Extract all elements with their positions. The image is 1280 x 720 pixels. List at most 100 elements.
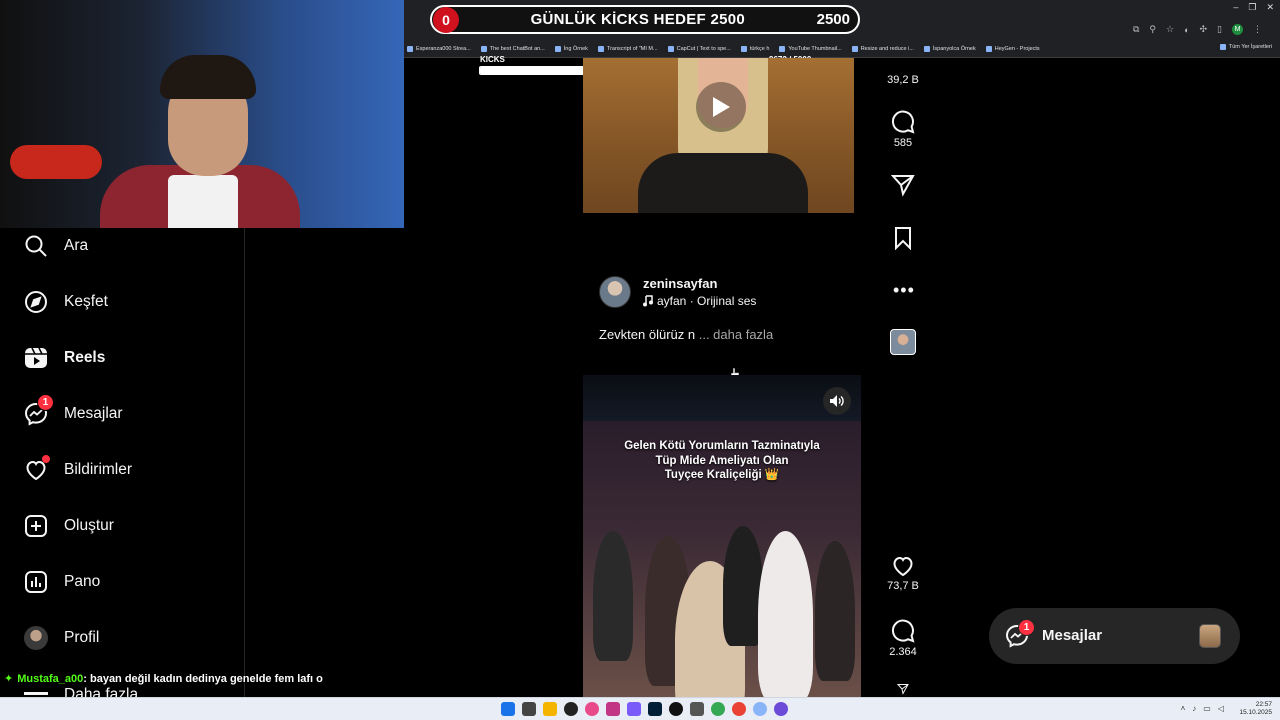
taskbar-apps: [501, 702, 788, 716]
sidebar-item-notifications[interactable]: Bildirimler: [24, 455, 132, 485]
save-action-top[interactable]: [882, 226, 924, 250]
share-action-top[interactable]: [882, 173, 924, 197]
like-action-top[interactable]: 39,2 B: [882, 58, 924, 86]
streamer-shirt: [168, 175, 238, 228]
network-icon[interactable]: ▭: [1203, 704, 1211, 713]
bookmark-item[interactable]: Transcript of "MI M...: [597, 45, 658, 52]
sidebar-item-messages[interactable]: 1 Mesajlar: [24, 394, 123, 429]
author-name[interactable]: zeninsayfan: [643, 276, 717, 291]
sidepanel-icon[interactable]: ▯: [1217, 24, 1222, 35]
sidebar-item-dashboard[interactable]: Pano: [24, 567, 100, 597]
volume-icon[interactable]: ◁: [1218, 704, 1224, 713]
chrome-profile-icon[interactable]: [732, 702, 746, 716]
zoom-icon[interactable]: ⚲: [1149, 24, 1156, 35]
tiktok-icon[interactable]: [669, 702, 683, 716]
share-action-main[interactable]: [882, 683, 924, 695]
more-options-button[interactable]: •••: [893, 280, 914, 300]
obs-icon[interactable]: [564, 702, 578, 716]
file-explorer-icon[interactable]: [543, 702, 557, 716]
create-icon: [25, 515, 47, 537]
reel-video-top[interactable]: [583, 58, 854, 213]
windows-taskbar: ˄ ♪ ▭ ◁ 22:57 15.10.2025: [0, 697, 1280, 720]
play-button[interactable]: [696, 82, 746, 132]
bookmark-item[interactable]: İspanyolca Örnek: [923, 45, 976, 52]
bookmark-item[interactable]: Resize and reduce i...: [851, 45, 914, 52]
bookmark-item[interactable]: türkçe h: [740, 45, 769, 52]
sidebar-item-profile[interactable]: Profil: [24, 623, 99, 653]
chat-username: Mustafa_a00: [17, 673, 84, 685]
messages-pill[interactable]: 1 Mesajlar: [989, 608, 1240, 664]
kick-icon: [407, 45, 413, 52]
restore-icon[interactable]: ❐: [1248, 2, 1256, 13]
streamer-hair: [160, 55, 256, 99]
extension-icon[interactable]: ◐: [1184, 25, 1189, 35]
menu-lines-icon: [24, 692, 48, 695]
bookmark-item[interactable]: CapCut | Text to spe...: [667, 45, 731, 52]
comment-action-top[interactable]: 585: [882, 110, 924, 149]
app-icon[interactable]: [774, 702, 788, 716]
bookmark-item[interactable]: İng Örnek: [554, 45, 588, 52]
caption-more-link[interactable]: ... daha fazla: [699, 327, 773, 342]
star-icon[interactable]: ☆: [1166, 24, 1174, 35]
audio-thumbnail[interactable]: [890, 329, 916, 355]
chrome-icon[interactable]: [711, 702, 725, 716]
dashboard-icon: [25, 571, 47, 593]
bookmark-item[interactable]: HeyGen - Projects: [985, 45, 1040, 52]
sidebar-item-search[interactable]: Ara: [24, 231, 88, 261]
bookmark-item[interactable]: The best ChatBot an...: [480, 45, 545, 52]
bookmark-label: İng Örnek: [563, 45, 588, 52]
heart-icon: [24, 455, 50, 482]
taskbar-clock[interactable]: 22:57 15.10.2025: [1239, 701, 1272, 717]
mute-button[interactable]: [823, 387, 851, 415]
instagram-icon[interactable]: [606, 702, 620, 716]
audio-link[interactable]: ayfan · Orijinal ses: [643, 294, 756, 308]
capcut-icon[interactable]: [690, 702, 704, 716]
sidebar-item-reels[interactable]: Reels: [24, 343, 105, 373]
browser-toolbar-icons: ⧉ ⚲ ☆ ◐ ✣ ▯ M ⋮: [1133, 24, 1262, 35]
profile-avatar[interactable]: M: [1232, 24, 1243, 35]
reel-video-main[interactable]: Gelen Kötü Yorumların Tazminatıyla Tüp M…: [583, 375, 861, 698]
minimize-icon[interactable]: –: [1233, 2, 1238, 13]
app-icon[interactable]: [627, 702, 641, 716]
screen: – ❐ ✕ ⧉ ⚲ ☆ ◐ ✣ ▯ M ⋮ Esperanza000 Strea…: [0, 0, 1280, 720]
bookmark-item[interactable]: YouTube Thumbnail...: [779, 45, 842, 52]
share-icon: [896, 684, 909, 695]
opera-icon[interactable]: [585, 702, 599, 716]
windows-start-icon[interactable]: [501, 702, 515, 716]
messages-pill-label: Mesajlar: [1042, 627, 1103, 644]
puzzle-icon[interactable]: ✣: [1200, 24, 1208, 35]
bookmark-icon: [895, 227, 911, 250]
chevron-up-icon[interactable]: ˄: [1181, 704, 1186, 713]
instagram-sidebar: Ara Keşfet Reels 1 Mesajlar Bildirimler: [0, 228, 245, 698]
like-count: 39,2 B: [887, 74, 919, 86]
notification-dot: [42, 455, 50, 463]
task-view-icon[interactable]: [522, 702, 536, 716]
video-person: [758, 531, 813, 698]
menu-icon[interactable]: ⋮: [1253, 24, 1262, 35]
post-meta: zeninsayfan ayfan · Orijinal ses: [599, 276, 919, 312]
system-tray: ˄ ♪ ▭ ◁: [1181, 704, 1224, 713]
sidebar-item-create[interactable]: Oluştur: [24, 511, 114, 541]
mic-icon[interactable]: ♪: [1192, 704, 1196, 713]
video-person: [815, 541, 855, 681]
messenger-icon: 1: [24, 394, 54, 426]
profile-avatar-icon: [24, 626, 48, 650]
like-action-main[interactable]: 73,7 B: [882, 555, 924, 592]
app-icon[interactable]: [753, 702, 767, 716]
comment-action-main[interactable]: 2.364: [882, 619, 924, 658]
all-bookmarks-button[interactable]: Tüm Yer İşaretleri: [1219, 44, 1272, 50]
sidebar-item-label: Keşfet: [64, 293, 108, 310]
microphone: [10, 145, 102, 179]
author-avatar[interactable]: [599, 276, 631, 308]
sidebar-item-label: Ara: [64, 237, 89, 254]
install-icon[interactable]: ⧉: [1133, 24, 1139, 35]
sidebar-item-explore[interactable]: Keşfet: [24, 287, 108, 317]
video-overlay-text: Gelen Kötü Yorumların Tazminatıyla Tüp M…: [583, 439, 861, 483]
photoshop-icon[interactable]: [648, 702, 662, 716]
close-icon[interactable]: ✕: [1266, 2, 1274, 13]
music-note-icon: [643, 295, 653, 307]
folder-icon: [554, 45, 561, 52]
bookmark-item[interactable]: Esperanza000 Strea...: [407, 45, 471, 52]
bookmark-label: Transcript of "MI M...: [606, 45, 658, 52]
folder-icon: [923, 45, 930, 52]
